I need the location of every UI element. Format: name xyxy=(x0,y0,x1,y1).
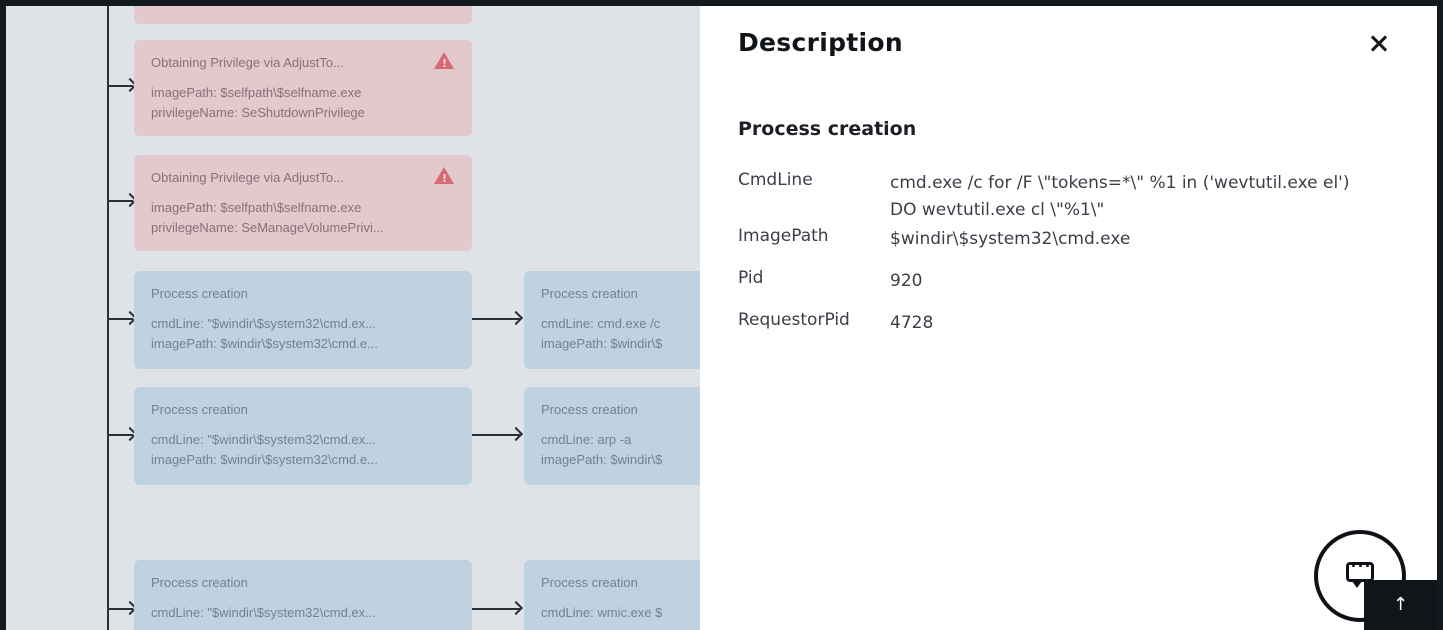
warning-icon xyxy=(434,167,454,189)
node-title: Obtaining Privilege via AdjustTo... xyxy=(151,170,344,185)
branch-arrow xyxy=(107,85,133,87)
graph-node-partial[interactable] xyxy=(134,6,472,24)
node-line: cmdLine: "$windir\$system32\cmd.ex... xyxy=(151,432,376,447)
app-frame: Obtaining Privilege via AdjustTo... imag… xyxy=(6,6,1437,630)
node-line: cmdLine: "$windir\$system32\cmd.ex... xyxy=(151,316,376,331)
node-line: imagePath: $windir\$system32\cmd.e... xyxy=(151,336,378,351)
node-line: cmdLine: arp -a xyxy=(541,432,632,447)
graph-node-process[interactable]: Process creation cmdLine: arp -a imagePa… xyxy=(524,387,706,485)
close-icon[interactable] xyxy=(1364,28,1394,58)
node-title: Obtaining Privilege via AdjustTo... xyxy=(151,55,344,70)
field-key: CmdLine xyxy=(738,170,813,190)
node-title: Process creation xyxy=(151,286,248,301)
field-value: cmd.exe /c for /F \"tokens=*\" %1 in ('w… xyxy=(890,173,1350,220)
field-value: 920 xyxy=(890,271,923,291)
node-line: imagePath: $selfpath\$selfname.exe xyxy=(151,200,362,215)
node-title: Process creation xyxy=(151,402,248,417)
field-key: Pid xyxy=(738,268,764,288)
node-line: cmdLine: wmic.exe $ xyxy=(541,605,663,620)
graph-node-process[interactable]: Process creation cmdLine: "$windir\$syst… xyxy=(134,271,472,369)
chat-bubble-icon xyxy=(1346,556,1374,588)
node-title: Process creation xyxy=(541,286,638,301)
panel-title: Description xyxy=(738,28,903,57)
branch-arrow xyxy=(107,318,133,320)
process-graph: Obtaining Privilege via AdjustTo... imag… xyxy=(6,6,706,630)
node-line: imagePath: $selfpath\$selfname.exe xyxy=(151,85,362,100)
node-line: cmdLine: "$windir\$system32\cmd.ex... xyxy=(151,605,376,620)
branch-arrow xyxy=(107,608,133,610)
graph-node-process[interactable]: Process creation cmdLine: wmic.exe $ xyxy=(524,560,706,630)
node-line: imagePath: $windir\$ xyxy=(541,452,663,467)
graph-node-privilege[interactable]: Obtaining Privilege via AdjustTo... imag… xyxy=(134,40,472,136)
section-title: Process creation xyxy=(738,118,917,140)
node-line: privilegeName: SeShutdownPrivilege xyxy=(151,105,365,120)
node-line: privilegeName: SeManageVolumePrivi... xyxy=(151,220,384,235)
field-value: $windir\$system32\cmd.exe xyxy=(890,229,1131,249)
warning-icon xyxy=(434,52,454,74)
field-value: 4728 xyxy=(890,313,934,333)
graph-node-process[interactable]: Process creation cmdLine: "$windir\$syst… xyxy=(134,560,472,630)
link-arrow xyxy=(472,318,520,320)
node-title: Process creation xyxy=(151,575,248,590)
field-key: RequestorPid xyxy=(738,310,850,330)
node-title: Process creation xyxy=(541,575,638,590)
graph-node-privilege[interactable]: Obtaining Privilege via AdjustTo... imag… xyxy=(134,155,472,251)
graph-node-process[interactable]: Process creation cmdLine: "$windir\$syst… xyxy=(134,387,472,485)
node-line: imagePath: $windir\$ xyxy=(541,336,663,351)
description-panel: Description Process creation CmdLine cmd… xyxy=(700,6,1437,630)
node-line: imagePath: $windir\$system32\cmd.e... xyxy=(151,452,378,467)
link-arrow xyxy=(472,608,520,610)
field-key: ImagePath xyxy=(738,226,829,246)
branch-arrow xyxy=(107,200,133,202)
node-line: cmdLine: cmd.exe /c xyxy=(541,316,661,331)
node-title: Process creation xyxy=(541,402,638,417)
branch-arrow xyxy=(107,434,133,436)
graph-node-process[interactable]: Process creation cmdLine: cmd.exe /c ima… xyxy=(524,271,706,369)
scroll-to-top-button[interactable]: ↑ xyxy=(1364,580,1437,630)
link-arrow xyxy=(472,434,520,436)
